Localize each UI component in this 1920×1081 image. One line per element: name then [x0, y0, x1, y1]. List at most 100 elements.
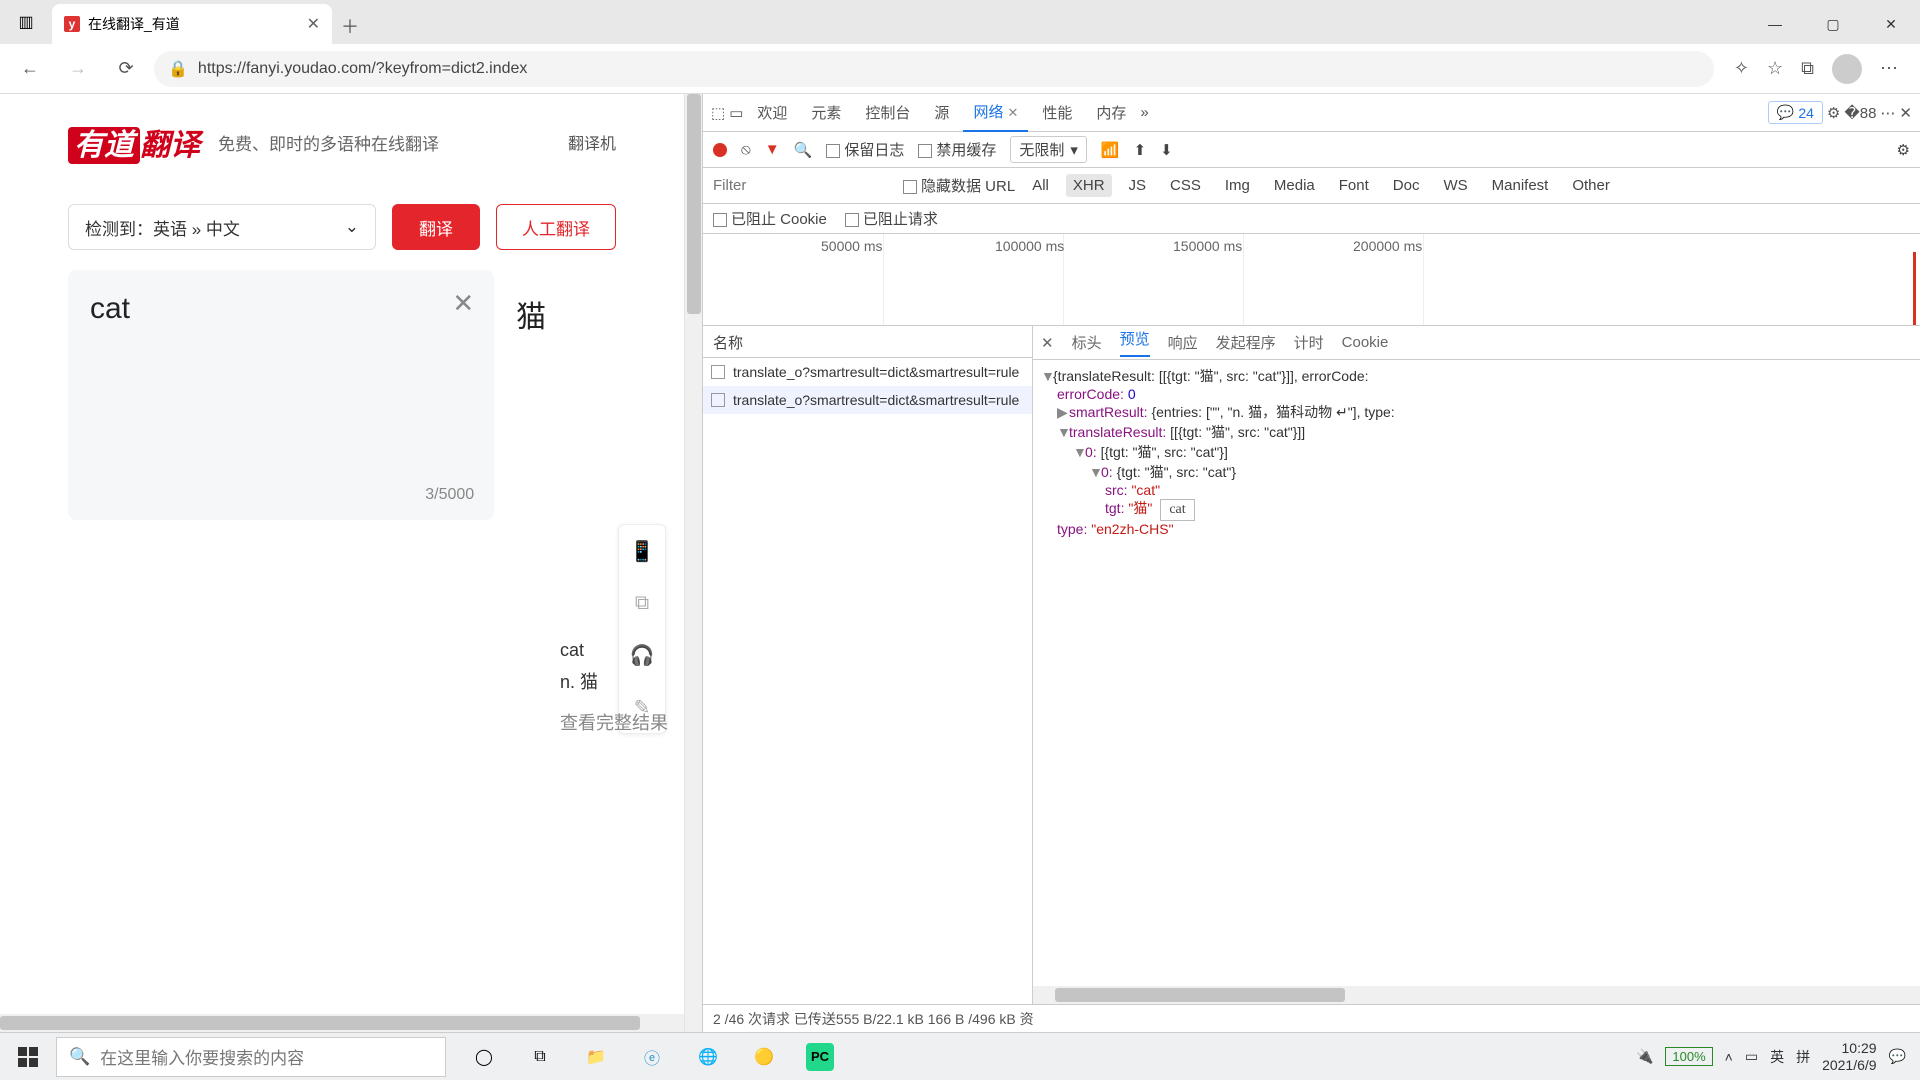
- notifications-icon[interactable]: 💬: [1889, 1048, 1906, 1065]
- kebab-icon[interactable]: ⋯: [1880, 104, 1895, 122]
- detail-tab-initiator[interactable]: 发起程序: [1216, 332, 1276, 353]
- taskbar-clock[interactable]: 10:29 2021/6/9: [1822, 1040, 1877, 1074]
- filter-font[interactable]: Font: [1332, 174, 1376, 197]
- clear-icon[interactable]: ⦸: [741, 141, 751, 158]
- issues-badge[interactable]: 💬 24: [1768, 101, 1823, 124]
- wifi-icon[interactable]: 📶: [1101, 141, 1120, 159]
- preview-body[interactable]: ▼{translateResult: [[{tgt: "猫", src: "ca…: [1033, 360, 1920, 986]
- battery-indicator[interactable]: 100%: [1665, 1047, 1712, 1066]
- detail-tab-cookies[interactable]: Cookie: [1342, 334, 1389, 351]
- filter-css[interactable]: CSS: [1163, 174, 1208, 197]
- nav-link-translator[interactable]: 翻译机: [568, 130, 616, 154]
- tab-performance[interactable]: 性能: [1032, 94, 1082, 131]
- nav-back-button[interactable]: ←: [10, 49, 50, 89]
- taskview-icon[interactable]: ⧉: [526, 1043, 554, 1071]
- ime-mode[interactable]: 拼: [1796, 1047, 1810, 1067]
- tab-elements[interactable]: 元素: [801, 94, 851, 131]
- tab-console[interactable]: 控制台: [855, 94, 920, 131]
- taskbar-search-input[interactable]: 🔍 在这里输入你要搜索的内容: [56, 1037, 446, 1077]
- language-select[interactable]: 检测到：英语 » 中文 ⌄: [68, 204, 376, 250]
- search-icon[interactable]: 🔍: [794, 141, 813, 159]
- detail-tab-preview[interactable]: 预览: [1120, 328, 1150, 357]
- start-button[interactable]: [0, 1033, 56, 1081]
- network-waterfall[interactable]: 50000 ms 100000 ms 150000 ms 200000 ms: [703, 234, 1920, 326]
- tray-chevron-icon[interactable]: ˄: [1725, 1049, 1733, 1065]
- pycharm-icon[interactable]: PC: [806, 1043, 834, 1071]
- tab-close-icon[interactable]: ✕: [307, 14, 320, 34]
- translate-button[interactable]: 翻译: [392, 204, 480, 250]
- upload-icon[interactable]: ⬆: [1134, 141, 1147, 159]
- filter-img[interactable]: Img: [1218, 174, 1257, 197]
- tick-1: 100000 ms: [995, 238, 1064, 254]
- url-input[interactable]: 🔒 https://fanyi.youdao.com/?keyfrom=dict…: [154, 51, 1714, 87]
- human-translate-button[interactable]: 人工翻译: [496, 204, 616, 250]
- tab-network[interactable]: 网络✕: [963, 93, 1028, 132]
- filter-xhr[interactable]: XHR: [1066, 174, 1112, 197]
- source-text-input[interactable]: cat ✕ 3/5000: [68, 270, 494, 520]
- disable-cache-checkbox[interactable]: 禁用缓存: [918, 139, 996, 160]
- detail-tab-timing[interactable]: 计时: [1294, 332, 1324, 353]
- edge-legacy-icon[interactable]: ⓔ: [638, 1043, 666, 1071]
- throttle-select[interactable]: 无限制 ▾: [1010, 136, 1087, 163]
- download-icon[interactable]: ⬇: [1160, 141, 1173, 159]
- filter-js[interactable]: JS: [1122, 174, 1154, 197]
- detail-horizontal-scrollbar[interactable]: [1033, 986, 1920, 1004]
- blocked-request-checkbox[interactable]: 已阻止请求: [845, 208, 938, 229]
- window-minimize-button[interactable]: —: [1746, 4, 1804, 44]
- mobile-icon[interactable]: 📱: [619, 525, 665, 577]
- network-settings-icon[interactable]: ⚙: [1897, 141, 1910, 159]
- gear-icon[interactable]: ⚙: [1827, 104, 1840, 122]
- filter-input[interactable]: [713, 177, 893, 194]
- devtools-close-icon[interactable]: ✕: [1899, 104, 1912, 122]
- device-icon[interactable]: ▭: [729, 104, 743, 122]
- detail-tab-headers[interactable]: 标头: [1072, 332, 1102, 353]
- page-horizontal-scrollbar[interactable]: [0, 1014, 684, 1032]
- request-row[interactable]: translate_o?smartresult=dict&smartresult…: [703, 386, 1032, 414]
- activity-icon[interactable]: �88: [1844, 104, 1876, 122]
- filter-doc[interactable]: Doc: [1386, 174, 1427, 197]
- close-icon[interactable]: ✕: [1007, 105, 1018, 120]
- collections-icon[interactable]: ⧉: [1801, 58, 1814, 79]
- chrome-icon[interactable]: 🟡: [750, 1043, 778, 1071]
- window-maximize-button[interactable]: ▢: [1804, 4, 1862, 44]
- hide-data-url-checkbox[interactable]: 隐藏数据 URL: [903, 175, 1015, 196]
- profile-avatar[interactable]: [1832, 54, 1862, 84]
- nav-reload-button[interactable]: ⟳: [106, 49, 146, 89]
- detail-close-icon[interactable]: ✕: [1041, 334, 1054, 352]
- filter-other[interactable]: Other: [1565, 174, 1617, 197]
- power-icon[interactable]: 🔌: [1636, 1048, 1653, 1065]
- inspect-icon[interactable]: ⬚: [711, 104, 725, 122]
- ime-lang[interactable]: 英: [1770, 1047, 1784, 1067]
- site-logo[interactable]: 有道翻译: [68, 120, 200, 164]
- shopping-icon[interactable]: ✧: [1734, 58, 1749, 79]
- filter-media[interactable]: Media: [1267, 174, 1322, 197]
- filter-manifest[interactable]: Manifest: [1485, 174, 1556, 197]
- page-vertical-scrollbar[interactable]: [684, 94, 702, 1032]
- detail-tab-response[interactable]: 响应: [1168, 332, 1198, 353]
- network-tray-icon[interactable]: ▭: [1745, 1048, 1758, 1065]
- new-tab-button[interactable]: ＋: [332, 8, 368, 44]
- filter-funnel-icon[interactable]: ▼: [765, 141, 780, 158]
- tab-memory[interactable]: 内存: [1086, 94, 1136, 131]
- explorer-icon[interactable]: 📁: [582, 1043, 610, 1071]
- filter-ws[interactable]: WS: [1436, 174, 1474, 197]
- request-row[interactable]: translate_o?smartresult=dict&smartresult…: [703, 358, 1032, 386]
- window-close-button[interactable]: ✕: [1862, 4, 1920, 44]
- tab-welcome[interactable]: 欢迎: [747, 94, 797, 131]
- blocked-cookie-checkbox[interactable]: 已阻止 Cookie: [713, 208, 827, 229]
- tab-actions-icon[interactable]: ▥: [0, 0, 52, 44]
- edge-icon[interactable]: 🌐: [694, 1043, 722, 1071]
- view-full-link[interactable]: 查看完整结果: [560, 707, 668, 739]
- clear-input-icon[interactable]: ✕: [452, 288, 474, 319]
- menu-icon[interactable]: ⋯: [1880, 58, 1898, 79]
- tab-sources[interactable]: 源: [924, 94, 959, 131]
- cortana-icon[interactable]: ◯: [470, 1043, 498, 1071]
- copy-icon[interactable]: ⧉: [619, 577, 665, 629]
- record-button[interactable]: [713, 143, 727, 157]
- favorites-icon[interactable]: ☆: [1767, 58, 1783, 79]
- preserve-log-checkbox[interactable]: 保留日志: [826, 139, 904, 160]
- tab-favicon: y: [64, 16, 80, 32]
- browser-tab[interactable]: y 在线翻译_有道 ✕: [52, 4, 332, 44]
- filter-all[interactable]: All: [1025, 174, 1056, 197]
- more-tabs-icon[interactable]: »: [1140, 104, 1148, 121]
